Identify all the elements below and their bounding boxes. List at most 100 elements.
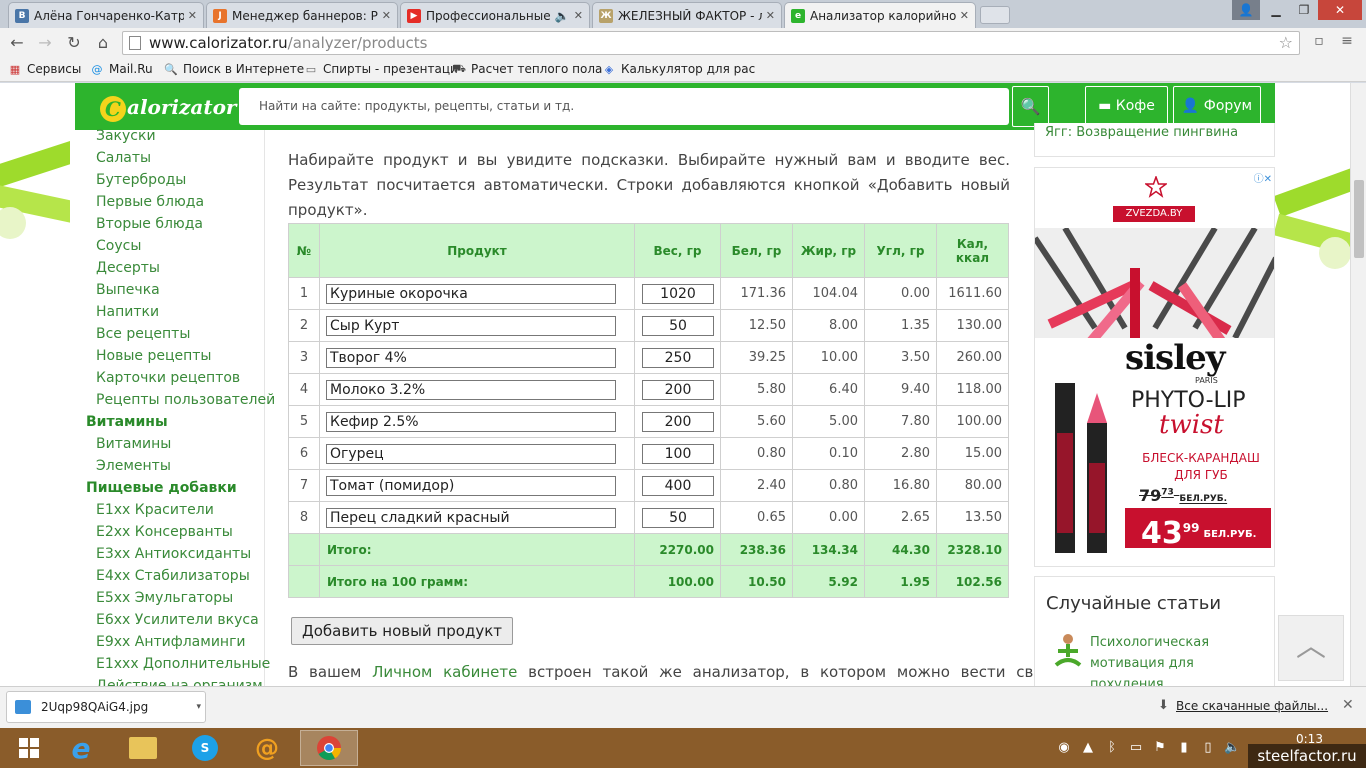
bookmark-floor[interactable]: ⛟ Расчет теплого пола [452,62,602,77]
sidebar-nav-item[interactable]: Рецепты пользователей [96,392,275,408]
add-product-button[interactable]: Добавить новый продукт [291,617,513,645]
weight-input[interactable]: 200 [642,379,714,400]
sidebar-nav-item[interactable]: E1xx Красители [96,502,214,518]
site-search-input[interactable]: Найти на сайте: продукты, рецепты, стать… [239,88,1009,125]
tray-update-icon[interactable]: ◉ [1056,740,1072,756]
sidebar-nav-item[interactable]: Витамины [96,436,171,452]
bookmark-calculator[interactable]: ◈ Калькулятор для рас [602,62,755,76]
weight-input[interactable]: 50 [642,315,714,336]
scrollbar-thumb[interactable] [1354,180,1364,258]
sidebar-nav-item[interactable]: Карточки рецептов [96,370,240,386]
back-arrow-icon[interactable]: ← [6,32,28,54]
personal-cabinet-link[interactable]: Личном кабинете [372,663,517,681]
ad-info-icon[interactable]: ⓘ✕ [1254,170,1272,185]
product-input[interactable]: Кефир 2.5% [326,411,616,432]
menu-icon[interactable]: ≡ [1336,33,1358,53]
tab-calorizator[interactable]: e Анализатор калорийност ✕ [784,2,976,28]
sidebar-nav-item[interactable]: Бутерброды [96,172,186,188]
product-input[interactable]: Куриные окорочка [326,283,616,304]
new-tab-button[interactable] [980,6,1010,24]
sidebar-section-heading[interactable]: Витамины [86,414,168,430]
tab-youtube[interactable]: ▶ Профессиональные Г 🔈 ✕ [400,2,590,28]
weight-input[interactable]: 50 [642,507,714,528]
extension-icon[interactable]: ▫ [1308,33,1330,53]
sidebar-nav-item[interactable]: Десерты [96,260,160,276]
sidebar-nav-item[interactable]: Элементы [96,458,171,474]
sidebar-section-heading[interactable]: Пищевые добавки [86,480,237,496]
product-input[interactable]: Молоко 3.2% [326,379,616,400]
sidebar-nav-item[interactable]: Первые блюда [96,194,204,210]
bookmark-search[interactable]: 🔍 Поиск в Интернете [164,62,304,76]
bookmark-star-icon[interactable]: ☆ [1279,32,1293,54]
tab-iron-factor[interactable]: Ж ЖЕЛЕЗНЫЙ ФАКТОР - лу ✕ [592,2,782,28]
taskbar-explorer[interactable] [114,730,172,766]
sidebar-nav-item[interactable]: Вторые блюда [96,216,203,232]
sidebar-nav-item[interactable]: Все рецепты [96,326,190,342]
sidebar-nav-item[interactable]: Закуски [96,128,156,144]
product-input[interactable]: Сыр Курт [326,315,616,336]
home-icon[interactable]: ⌂ [92,32,114,54]
volume-icon[interactable]: 🔈 [1224,740,1240,756]
sidebar-nav-item[interactable]: Действие на организм [96,678,263,686]
search-button[interactable]: 🔍 [1012,86,1049,127]
weight-input[interactable]: 400 [642,475,714,496]
bookmark-services[interactable]: ▦ Сервисы [8,62,82,76]
network-icon[interactable]: ▮ [1176,740,1192,756]
sidebar-nav-item[interactable]: Салаты [96,150,151,166]
scroll-to-top-button[interactable]: ︿ [1278,615,1344,681]
bookmark-spirits[interactable]: ▭ Спирты - презентаци [304,62,458,76]
tab-vk[interactable]: B Алёна Гончаренко-Катр ✕ [8,2,204,28]
tray-arrow-icon[interactable]: ▲ [1080,740,1096,756]
taskbar-mail-agent[interactable]: @ [238,730,296,766]
minimize-button[interactable]: ▁ [1262,0,1290,20]
sidebar-nav-item[interactable]: Выпечка [96,282,160,298]
sidebar-nav-item[interactable]: Напитки [96,304,159,320]
weight-input[interactable]: 100 [642,443,714,464]
product-input[interactable]: Огурец [326,443,616,464]
random-article-link[interactable]: Психологическая мотивация для похудения [1090,632,1270,686]
close-tab-icon[interactable]: ✕ [188,9,197,22]
sidebar-nav-item[interactable]: E6xx Усилители вкуса [96,612,259,628]
forum-button[interactable]: 👤 Форум [1173,86,1261,127]
product-input[interactable]: Томат (помидор) [326,475,616,496]
site-logo[interactable]: Calorizator [100,87,240,127]
close-tab-icon[interactable]: ✕ [766,9,775,22]
tab-banner-manager[interactable]: J Менеджер баннеров: Ре ✕ [206,2,398,28]
flag-icon[interactable]: ⚑ [1152,740,1168,756]
sidebar-nav-item[interactable]: E3xx Антиоксиданты [96,546,251,562]
download-item[interactable]: 2Uqp98QAiG4.jpg ▾ [6,691,206,723]
chevron-down-icon[interactable]: ▾ [196,692,201,722]
battery-icon[interactable]: ▯ [1200,740,1216,756]
taskbar-chrome[interactable] [300,730,358,766]
article-link[interactable]: Ягг: Возвращение пингвина [1045,125,1238,140]
sidebar-nav-item[interactable]: E9xx Антифламинги [96,634,246,650]
bookmark-mailru[interactable]: @ Mail.Ru [90,62,153,76]
taskbar-skype[interactable]: S [176,730,234,766]
restore-button[interactable]: ❐ [1290,0,1318,20]
address-bar[interactable]: www.calorizator.ru/analyzer/products ☆ [122,31,1300,55]
sidebar-nav-item[interactable]: E4xx Стабилизаторы [96,568,250,584]
close-tab-icon[interactable]: ✕ [574,9,583,22]
weight-input[interactable]: 1020 [642,283,714,304]
monitor-icon[interactable]: ▭ [1128,740,1144,756]
taskbar-ie[interactable]: e [52,730,110,766]
page-scrollbar[interactable] [1350,83,1366,686]
forward-arrow-icon[interactable]: → [34,32,56,54]
sidebar-nav-item[interactable]: E1xxx Дополнительные [96,656,270,672]
user-icon[interactable]: 👤 [1232,0,1260,20]
weight-input[interactable]: 250 [642,347,714,368]
reload-icon[interactable]: ↻ [63,32,85,54]
close-shelf-icon[interactable]: ✕ [1342,697,1354,713]
sidebar-nav-item[interactable]: E5xx Эмульгаторы [96,590,233,606]
close-tab-icon[interactable]: ✕ [382,9,391,22]
product-input[interactable]: Перец сладкий красный [326,507,616,528]
advertisement-banner[interactable]: ⓘ✕ ZVEZDA.BY sisley PARIS PHYTO-LIP twis… [1034,167,1275,567]
weight-input[interactable]: 200 [642,411,714,432]
start-button[interactable] [0,730,58,766]
coffee-button[interactable]: ▬ Кофе [1085,86,1168,127]
sidebar-nav-item[interactable]: E2xx Консерванты [96,524,233,540]
all-downloads-link[interactable]: Все скачанные файлы... [1176,699,1328,713]
sidebar-nav-item[interactable]: Соусы [96,238,141,254]
close-tab-icon[interactable]: ✕ [960,9,969,22]
close-window-button[interactable]: ✕ [1318,0,1362,20]
